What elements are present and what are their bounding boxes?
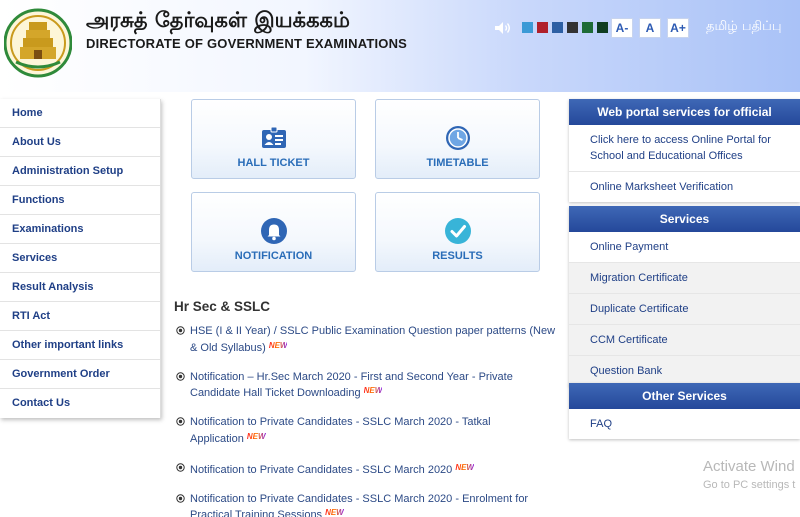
new-badge: NEW xyxy=(246,431,266,441)
nav-item-result-analysis[interactable]: Result Analysis xyxy=(0,273,160,302)
nav-item-government-order[interactable]: Government Order xyxy=(0,360,160,389)
news-item: HSE (I & II Year) / SSLC Public Examinat… xyxy=(176,324,556,355)
speaker-icon[interactable] xyxy=(494,21,512,35)
check-circle-icon xyxy=(445,218,471,244)
official-portal-panel: Web portal services for official Click h… xyxy=(569,99,800,202)
online-payment-link[interactable]: Online Payment xyxy=(569,232,800,263)
online-portal-link[interactable]: Click here to access Online Portal for S… xyxy=(569,125,800,172)
section-title: Hr Sec & SSLC xyxy=(174,299,271,314)
clock-icon xyxy=(446,126,470,150)
hall-ticket-tile[interactable]: HALL TICKET xyxy=(191,99,356,179)
font-reset-button[interactable]: A xyxy=(639,18,661,38)
services-panel: Services Online Payment Migration Certif… xyxy=(569,206,800,386)
news-link[interactable]: Notification to Private Candidates - SSL… xyxy=(190,416,491,445)
panel-header: Services xyxy=(569,206,800,232)
duplicate-certificate-link[interactable]: Duplicate Certificate xyxy=(569,294,800,325)
font-increase-button[interactable]: A+ xyxy=(667,18,689,38)
notification-tile[interactable]: NOTIFICATION xyxy=(191,192,356,272)
left-nav-menu: Home About Us Administration Setup Funct… xyxy=(0,99,161,418)
timetable-tile[interactable]: TIMETABLE xyxy=(375,99,540,179)
font-size-controls: A- A A+ xyxy=(611,18,689,38)
theme-color-swatches xyxy=(522,22,608,33)
migration-certificate-link[interactable]: Migration Certificate xyxy=(569,263,800,294)
news-item: Notification to Private Candidates - SSL… xyxy=(176,461,556,478)
id-card-icon xyxy=(262,126,286,148)
site-title-tamil: அரசுத் தேர்வுகள் இயக்ககம் xyxy=(86,8,350,32)
theme-swatch-4[interactable] xyxy=(567,22,578,33)
theme-swatch-1[interactable] xyxy=(522,22,533,33)
bullet-icon xyxy=(176,462,185,472)
bullet-icon xyxy=(176,326,185,335)
nav-item-contact-us[interactable]: Contact Us xyxy=(0,389,160,418)
news-item: Notification to Private Candidates - SSL… xyxy=(176,492,556,517)
tile-label: TIMETABLE xyxy=(426,157,489,169)
new-badge: NEW xyxy=(268,340,288,350)
new-badge: NEW xyxy=(363,386,383,395)
panel-header: Web portal services for official xyxy=(569,99,800,125)
nav-item-examinations[interactable]: Examinations xyxy=(0,215,160,244)
news-item: Notification to Private Candidates - SSL… xyxy=(176,415,556,446)
site-header: அரசுத் தேர்வுகள் இயக்ககம் DIRECTORATE OF… xyxy=(0,0,800,92)
tile-label: RESULTS xyxy=(432,250,483,262)
theme-swatch-2[interactable] xyxy=(537,22,548,33)
news-item: Notification – Hr.Sec March 2020 - First… xyxy=(176,370,556,401)
nav-item-administration-setup[interactable]: Administration Setup xyxy=(0,157,160,186)
font-decrease-button[interactable]: A- xyxy=(611,18,633,38)
tamil-edition-link[interactable]: தமிழ் பதிப்பு xyxy=(706,19,782,35)
nav-item-about-us[interactable]: About Us xyxy=(0,128,160,157)
activate-windows-hint: Go to PC settings t xyxy=(703,479,796,491)
news-link[interactable]: Notification – Hr.Sec March 2020 - First… xyxy=(190,371,513,400)
faq-link[interactable]: FAQ xyxy=(569,409,800,439)
tamil-nadu-emblem-icon[interactable] xyxy=(4,6,72,80)
online-marksheet-verification-link[interactable]: Online Marksheet Verification xyxy=(569,172,800,202)
bullet-icon xyxy=(176,371,185,381)
news-list: HSE (I & II Year) / SSLC Public Examinat… xyxy=(176,324,556,517)
ccm-certificate-link[interactable]: CCM Certificate xyxy=(569,325,800,356)
nav-item-rti-act[interactable]: RTI Act xyxy=(0,302,160,331)
new-badge: NEW xyxy=(325,508,344,517)
bell-icon xyxy=(261,218,287,244)
theme-swatch-3[interactable] xyxy=(552,22,563,33)
nav-item-functions[interactable]: Functions xyxy=(0,186,160,215)
panel-header: Other Services xyxy=(569,383,800,409)
theme-swatch-5[interactable] xyxy=(582,22,593,33)
news-link[interactable]: Notification to Private Candidates - SSL… xyxy=(190,464,452,476)
bullet-icon xyxy=(176,493,185,503)
new-badge: NEW xyxy=(455,462,474,472)
activate-windows-watermark: Activate Wind xyxy=(703,458,795,475)
nav-item-other-important-links[interactable]: Other important links xyxy=(0,331,160,360)
question-bank-link[interactable]: Question Bank xyxy=(569,356,800,386)
tile-label: NOTIFICATION xyxy=(234,250,313,262)
nav-item-home[interactable]: Home xyxy=(0,99,160,128)
results-tile[interactable]: RESULTS xyxy=(375,192,540,272)
nav-item-services[interactable]: Services xyxy=(0,244,160,273)
bullet-icon xyxy=(176,417,185,426)
other-services-panel: Other Services FAQ xyxy=(569,383,800,439)
site-title-english: DIRECTORATE OF GOVERNMENT EXAMINATIONS xyxy=(86,36,408,51)
tile-label: HALL TICKET xyxy=(237,157,310,169)
news-link[interactable]: HSE (I & II Year) / SSLC Public Examinat… xyxy=(190,325,555,354)
theme-swatch-6[interactable] xyxy=(597,22,608,33)
news-link[interactable]: Notification to Private Candidates - SSL… xyxy=(190,493,528,517)
